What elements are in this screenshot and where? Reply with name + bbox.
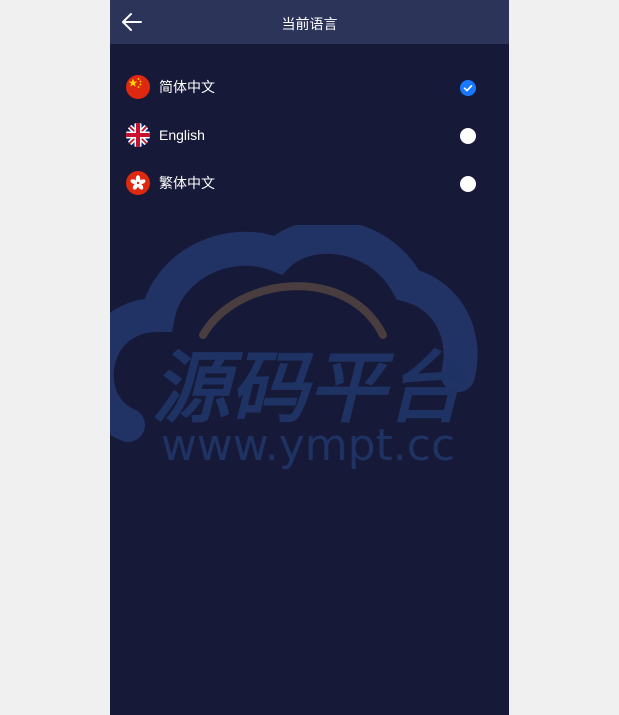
language-label: 繁体中文	[159, 175, 215, 191]
hong-kong-flag-icon	[126, 171, 150, 195]
back-button[interactable]	[120, 10, 144, 34]
check-icon	[463, 85, 473, 92]
language-list: 简体中文 English 繁体中文	[110, 63, 509, 207]
top-bar: 当前语言	[110, 0, 509, 44]
language-option-traditional-chinese[interactable]: 繁体中文	[110, 159, 509, 207]
language-radio[interactable]	[460, 176, 476, 192]
china-flag-icon	[126, 75, 150, 99]
language-label: English	[159, 127, 205, 143]
uk-flag-icon	[126, 123, 150, 147]
app-screen: 当前语言 源码平台 www.ympt.cc 简体中文 English 繁体中文	[110, 0, 509, 715]
language-label: 简体中文	[159, 79, 215, 95]
watermark-logo: 源码平台 www.ympt.cc	[110, 225, 478, 471]
page-title: 当前语言	[281, 16, 338, 32]
language-option-english[interactable]: English	[110, 111, 509, 159]
language-radio[interactable]	[460, 128, 476, 144]
language-option-simplified-chinese[interactable]: 简体中文	[110, 63, 509, 111]
watermark-url: www.ympt.cc	[161, 420, 455, 471]
arrow-left-icon	[122, 13, 142, 31]
language-radio-selected[interactable]	[460, 80, 476, 96]
